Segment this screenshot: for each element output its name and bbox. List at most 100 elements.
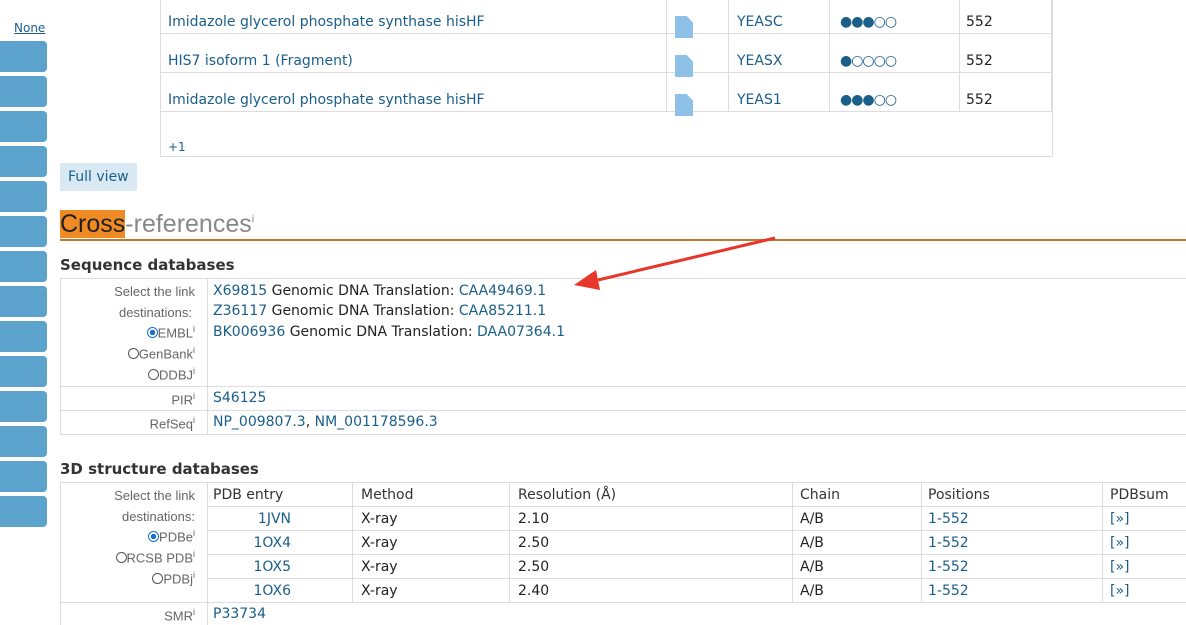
pir-label-text: PIR xyxy=(171,392,193,408)
pir-link[interactable]: S46125 xyxy=(213,390,266,406)
pdb-entry-link[interactable]: 1OX5 xyxy=(211,559,291,575)
sidebar-button[interactable] xyxy=(0,76,47,107)
pdbsum-link[interactable]: [»] xyxy=(1110,535,1130,551)
smr-link[interactable]: P33734 xyxy=(213,606,266,622)
embl-accession-link[interactable]: BK006936 xyxy=(213,324,285,340)
column-header-pdb-entry[interactable]: PDB entry xyxy=(213,487,283,503)
radio-embl[interactable]: EMBLi xyxy=(60,324,195,340)
sidebar-button[interactable] xyxy=(0,286,47,317)
organism-link[interactable]: YEASC xyxy=(737,14,783,30)
method-value: X-ray xyxy=(361,559,398,575)
radio-label: EMBL xyxy=(157,325,193,341)
pdb-entry-link[interactable]: 1OX4 xyxy=(211,535,291,551)
sidebar-button[interactable] xyxy=(0,496,47,527)
column-header-method[interactable]: Method xyxy=(361,487,414,503)
column-header-chain[interactable]: Chain xyxy=(800,487,840,503)
entry-name-link[interactable]: HIS7 isoform 1 (Fragment) xyxy=(168,53,353,69)
positions-link[interactable]: 1-552 xyxy=(928,583,969,599)
length-cell: 552 xyxy=(960,33,1052,72)
full-view-button[interactable]: Full view xyxy=(60,163,137,191)
main-content: Imidazole glycerol phosphate synthase hi… xyxy=(60,0,1186,625)
radio-genbank[interactable]: GenBanki xyxy=(60,345,195,361)
divider xyxy=(792,482,793,602)
divider xyxy=(208,506,1186,507)
score-cell: ●●●○○ xyxy=(830,72,960,111)
section-title-rest: -references xyxy=(125,210,252,238)
entry-name-link[interactable]: Imidazole glycerol phosphate synthase hi… xyxy=(168,92,485,108)
protein-id-link[interactable]: CAA85211.1 xyxy=(459,303,546,319)
protein-id-link[interactable]: CAA49469.1 xyxy=(459,283,546,299)
sidebar-button[interactable] xyxy=(0,111,47,142)
radio-button[interactable] xyxy=(148,369,160,381)
organism-link[interactable]: YEASX xyxy=(737,53,782,69)
sidebar-button[interactable] xyxy=(0,426,47,457)
entry-name-link[interactable]: Imidazole glycerol phosphate synthase hi… xyxy=(168,14,485,30)
length-cell: 552 xyxy=(960,0,1052,33)
length-value: 552 xyxy=(966,53,993,69)
radio-pdbe[interactable]: PDBei xyxy=(60,528,195,544)
resolution-value: 2.10 xyxy=(518,511,550,527)
sidebar-button[interactable] xyxy=(0,461,47,492)
refseq-nucleotide-link[interactable]: NM_001178596.3 xyxy=(315,414,438,430)
positions-link[interactable]: 1-552 xyxy=(928,511,969,527)
resolution-value: 2.50 xyxy=(518,559,550,575)
embl-row: Z36117 Genomic DNA Translation: CAA85211… xyxy=(213,303,546,319)
sidebar-button[interactable] xyxy=(0,391,47,422)
resolution-value: 2.50 xyxy=(518,535,550,551)
protein-id-link[interactable]: DAA07364.1 xyxy=(477,324,565,340)
radio-button[interactable] xyxy=(115,552,127,564)
organism-cell: YEAS1 xyxy=(729,72,830,111)
pdb-entry-link[interactable]: 1OX6 xyxy=(211,583,291,599)
chain-value: A/B xyxy=(800,511,824,527)
column-header-resolution[interactable]: Resolution (Å) xyxy=(518,487,616,503)
pir-value: S46125 xyxy=(213,390,266,406)
radio-button[interactable] xyxy=(148,531,160,543)
sidebar-button[interactable] xyxy=(0,146,47,177)
select-label-line2: destinations: xyxy=(122,509,195,524)
radio-button[interactable] xyxy=(152,573,164,585)
select-label-line1: Select the link xyxy=(114,284,195,299)
smr-label: SMRi xyxy=(164,607,195,624)
sidebar-button[interactable] xyxy=(0,181,47,212)
embl-accession-link[interactable]: Z36117 xyxy=(213,303,267,319)
column-header-positions[interactable]: Positions xyxy=(928,487,990,503)
radio-rcsb-pdb[interactable]: RCSB PDBi xyxy=(60,549,195,565)
radio-ddbj[interactable]: DDBJi xyxy=(60,366,195,382)
refseq-label-text: RefSeq xyxy=(149,416,193,432)
pdbsum-link[interactable]: [»] xyxy=(1110,511,1130,527)
pdbsum-link[interactable]: [»] xyxy=(1110,559,1130,575)
pdb-entry-link[interactable]: 1JVN xyxy=(211,511,291,527)
sidebar-button[interactable] xyxy=(0,356,47,387)
none-link[interactable]: None xyxy=(14,21,45,35)
positions-link[interactable]: 1-552 xyxy=(928,559,969,575)
divider xyxy=(60,410,1186,411)
organism-link[interactable]: YEAS1 xyxy=(737,92,782,108)
refseq-label: RefSeqi xyxy=(149,415,195,432)
pdbsum-link[interactable]: [»] xyxy=(1110,583,1130,599)
more-entries-link[interactable]: +1 xyxy=(168,140,186,154)
refseq-protein-link[interactable]: NP_009807.3 xyxy=(213,414,306,430)
refseq-value: NP_009807.3, NM_001178596.3 xyxy=(213,414,438,430)
sidebar-button[interactable] xyxy=(0,251,47,282)
structure-databases-heading: 3D structure databases xyxy=(60,460,259,478)
divider xyxy=(921,482,922,602)
radio-button[interactable] xyxy=(146,327,158,339)
sidebar-button[interactable] xyxy=(0,41,47,72)
embl-accession-link[interactable]: X69815 xyxy=(213,283,267,299)
score-cell: ●●●○○ xyxy=(830,0,960,33)
doc-cell xyxy=(667,33,729,77)
column-header-pdbsum[interactable]: PDBsum xyxy=(1110,487,1169,503)
radio-pdbj[interactable]: PDBji xyxy=(60,570,195,586)
sidebar-button[interactable] xyxy=(0,216,47,247)
document-icon[interactable] xyxy=(675,94,693,116)
sidebar-button[interactable] xyxy=(0,321,47,352)
radio-button[interactable] xyxy=(127,348,139,360)
method-value: X-ray xyxy=(361,535,398,551)
divider xyxy=(208,578,1186,579)
divider xyxy=(1102,482,1103,602)
radio-label: PDBj xyxy=(163,571,193,587)
radio-label: DDBJ xyxy=(159,367,193,383)
table-row: Imidazole glycerol phosphate synthase hi… xyxy=(160,72,1052,116)
positions-link[interactable]: 1-552 xyxy=(928,535,969,551)
info-icon[interactable]: i xyxy=(252,214,254,226)
